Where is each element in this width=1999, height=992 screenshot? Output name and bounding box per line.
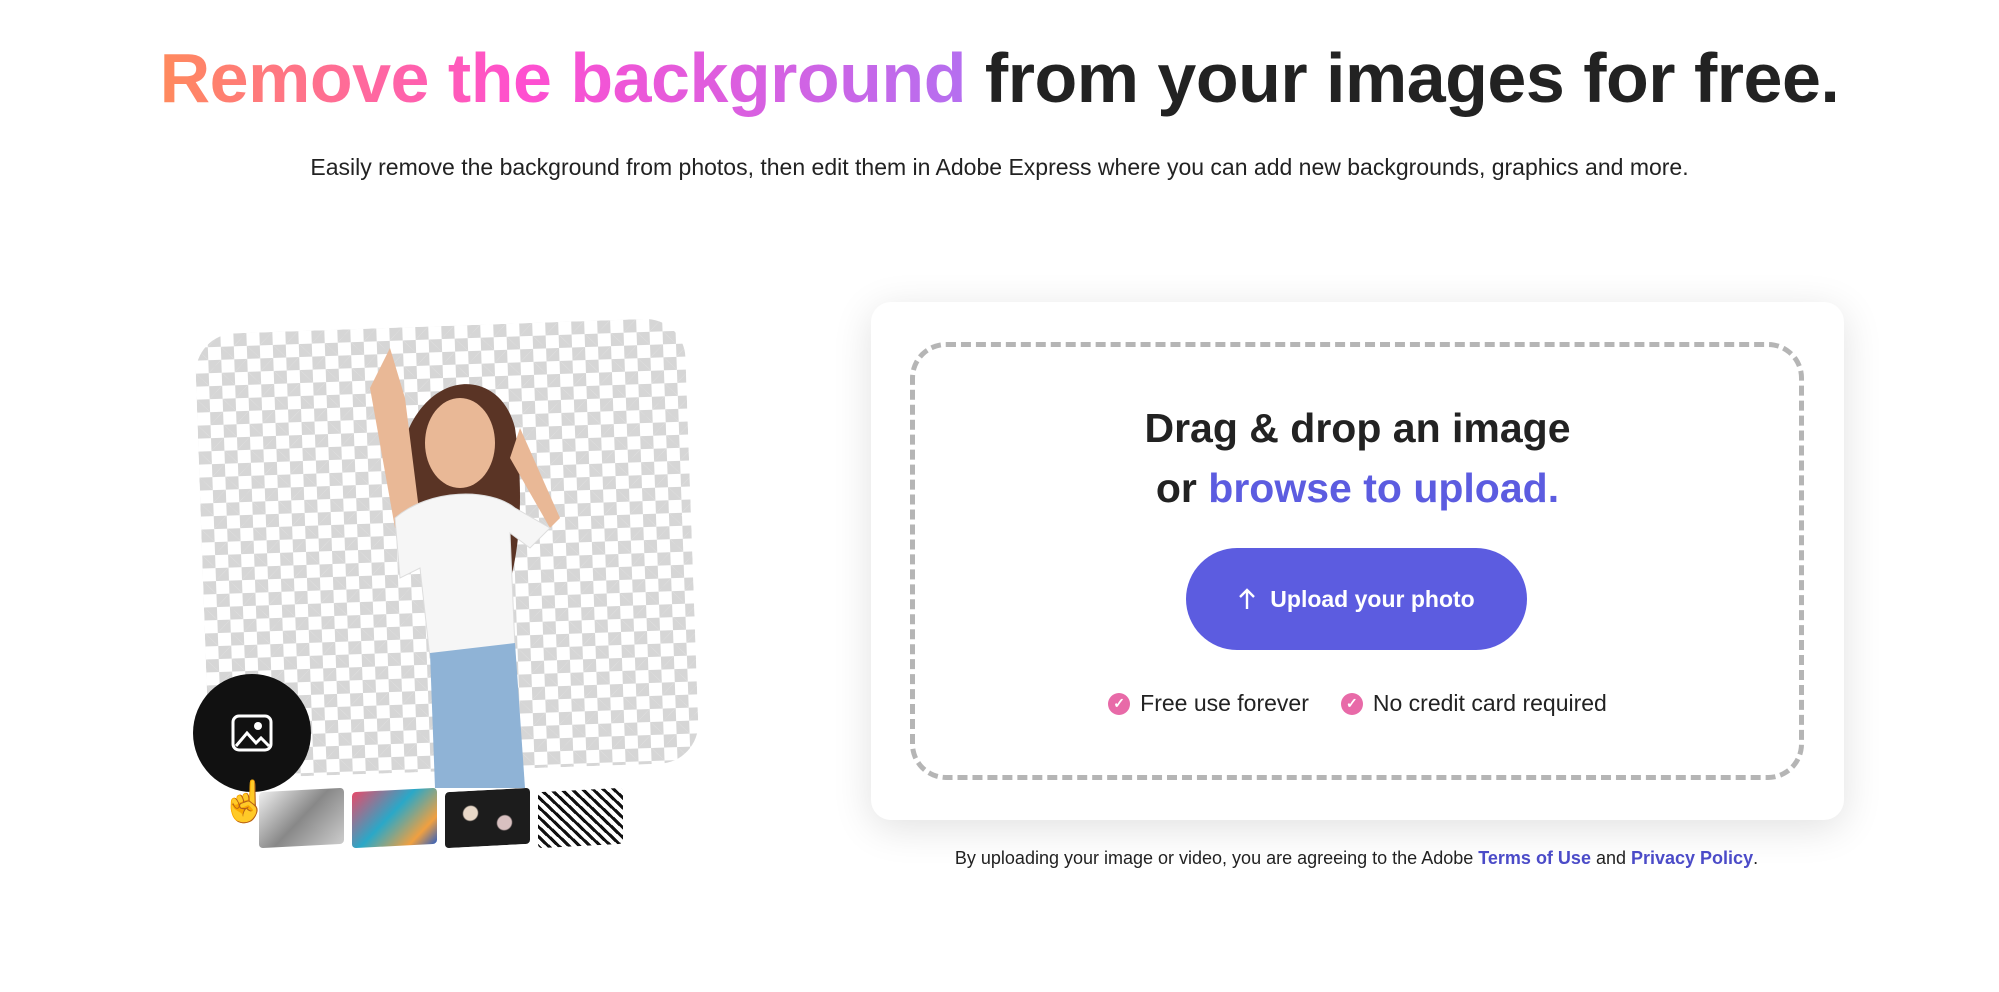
checkmark-icon: ✓ [1340, 692, 1363, 715]
checkmark-icon: ✓ [1108, 692, 1131, 715]
upload-button-label: Upload your photo [1270, 585, 1475, 612]
feature-label: Free use forever [1140, 690, 1309, 716]
feature-item: ✓ Free use forever [1108, 690, 1309, 717]
feature-label: No credit card required [1372, 690, 1607, 716]
title-highlight: Remove the background [159, 39, 967, 117]
title-rest: from your images for free. [965, 39, 1840, 117]
privacy-policy-link[interactable]: Privacy Policy [1631, 848, 1753, 868]
upload-card: Drag & drop an image or browse to upload… [871, 302, 1844, 820]
page-subtitle: Easily remove the background from photos… [310, 154, 1689, 180]
thumbnail-dark-floral[interactable] [445, 787, 530, 849]
thumbnail-colorful-paint[interactable] [352, 787, 437, 849]
upload-image-fab[interactable] [193, 674, 311, 792]
person-cutout-image [370, 348, 560, 788]
page-title: Remove the background from your images f… [0, 38, 1999, 118]
drop-line-1: Drag & drop an image [1144, 405, 1571, 451]
terms-of-use-link[interactable]: Terms of Use [1478, 848, 1591, 868]
legal-notice: By uploading your image or video, you ar… [0, 848, 1999, 869]
upload-photo-button[interactable]: Upload your photo [1186, 548, 1527, 650]
hero-illustration: ☝ [190, 317, 710, 878]
legal-and: and [1590, 848, 1631, 868]
browse-link[interactable]: browse to upload. [1208, 465, 1559, 511]
legal-period: . [1753, 848, 1759, 868]
arrow-up-icon [1239, 588, 1256, 609]
legal-text: By uploading your image or video, you ar… [954, 848, 1479, 868]
feature-item: ✓ No credit card required [1340, 690, 1607, 717]
feature-list: ✓ Free use forever ✓ No credit card requir… [871, 690, 1844, 717]
thumbnail-black-white-pattern[interactable] [538, 787, 623, 849]
drop-or: or [1155, 465, 1209, 511]
sample-thumbnails [259, 787, 623, 849]
drop-zone-text: Drag & drop an image or browse to upload… [871, 398, 1844, 518]
thumbnail-gray-leaves[interactable] [259, 787, 344, 849]
image-icon [231, 714, 273, 752]
